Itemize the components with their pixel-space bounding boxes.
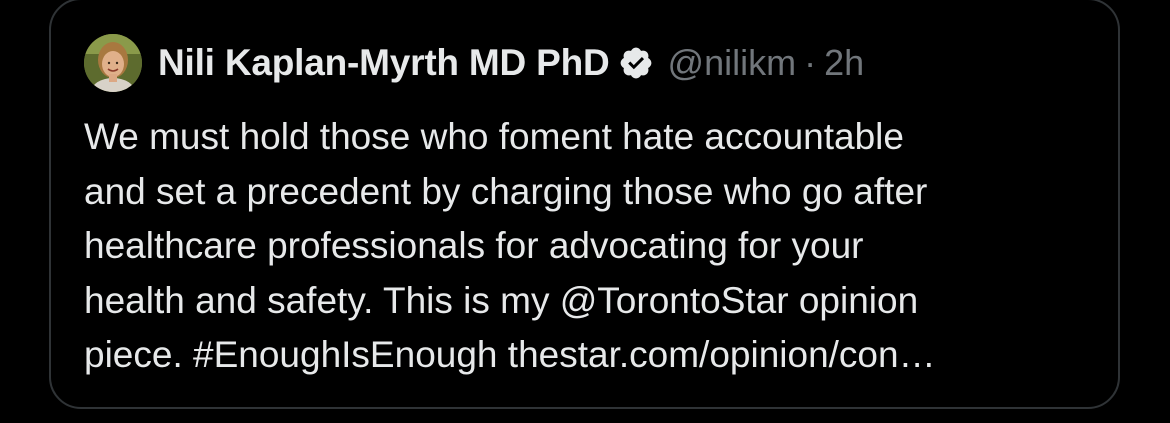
author-name[interactable]: Nili Kaplan-Myrth MD PhD (158, 42, 610, 84)
tweet-text-line: piece. #EnoughIsEnough thestar.com/opini… (84, 334, 936, 375)
tweet-text-line: We must hold those who foment hate accou… (84, 116, 904, 157)
separator-dot: · (804, 42, 817, 83)
tweet-text-line: healthcare professionals for advocating … (84, 225, 864, 266)
verified-badge-icon (618, 45, 654, 81)
tweet-text-line: and set a precedent by charging those wh… (84, 170, 928, 212)
timestamp[interactable]: 2h (824, 42, 864, 84)
tweet-text: We must hold those who foment hate accou… (84, 110, 1094, 383)
avatar[interactable] (84, 34, 142, 92)
tweet-text-line: health and safety. This is my @TorontoSt… (84, 279, 919, 321)
tweet-header: Nili Kaplan-Myrth MD PhD @nilikm · 2h (84, 33, 864, 93)
author-handle[interactable]: @nilikm (668, 42, 797, 84)
avatar-image (84, 34, 142, 92)
